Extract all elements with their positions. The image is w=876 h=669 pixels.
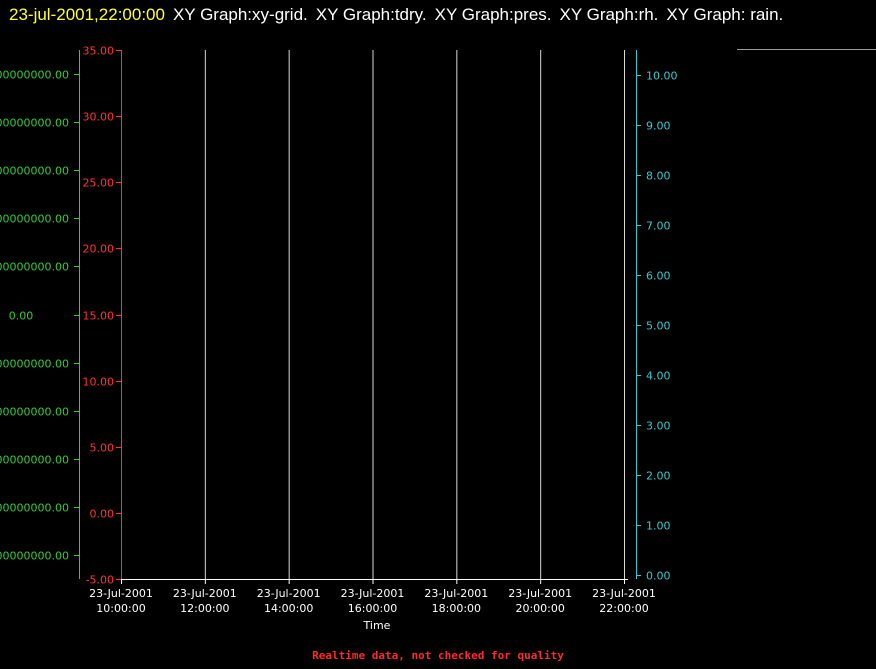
x-tick-label-time: 20:00:00 <box>515 602 564 615</box>
green-y-tick-label: 00000000.00 <box>0 454 69 467</box>
cyan-y-tick-label: 0.00 <box>646 570 671 583</box>
x-tick-label-date: 23-Jul-2001 <box>508 587 572 600</box>
x-tick-label-time: 22:00:00 <box>599 602 648 615</box>
green-y-tick-label: 00000000.00 <box>0 406 69 419</box>
x-tick-label-date: 23-Jul-2001 <box>592 587 656 600</box>
x-tick-label-date: 23-Jul-2001 <box>424 587 488 600</box>
red-y-tick-label: 15.00 <box>83 310 115 323</box>
cyan-y-tick-label: 9.00 <box>646 120 671 133</box>
red-y-tick-label: 20.00 <box>83 243 115 256</box>
green-y-tick-label: 0.00 <box>9 310 34 323</box>
cyan-y-tick-label: 2.00 <box>646 470 671 483</box>
x-axis-title: Time <box>363 619 391 632</box>
red-y-tick-label: 0.00 <box>90 508 115 521</box>
red-y-tick-label: 30.00 <box>83 111 115 124</box>
cyan-y-tick-label: 1.00 <box>646 520 671 533</box>
cyan-y-tick-label: 7.00 <box>646 220 671 233</box>
red-y-tick-label: 35.00 <box>83 45 115 58</box>
green-y-tick-label: 00000000.00 <box>0 358 69 371</box>
green-y-tick-label: 00000000.00 <box>0 550 69 563</box>
green-y-tick-label: 00000000.00 <box>0 502 69 515</box>
x-tick-label-time: 16:00:00 <box>348 602 397 615</box>
red-y-tick-label: 5.00 <box>90 442 115 455</box>
xy-graph: 23-Jul-2001 10:00:00 23-Jul-2001 12:00:00 23… <box>0 45 678 633</box>
green-y-tick-label: 00000000.00 <box>0 117 69 130</box>
cyan-y-tick-label: 5.00 <box>646 320 671 333</box>
x-tick-label-date: 23-Jul-2001 <box>89 587 153 600</box>
red-y-tick-label: 25.00 <box>83 177 115 190</box>
green-y-tick-label: 00000000.00 <box>0 261 69 274</box>
x-tick-label-time: 12:00:00 <box>180 602 229 615</box>
cyan-y-tick-label: 6.00 <box>646 270 671 283</box>
x-tick-label-time: 14:00:00 <box>264 602 313 615</box>
green-y-tick-label: 00000000.00 <box>0 69 69 82</box>
red-y-tick-label: 10.00 <box>83 376 115 389</box>
x-tick-label-date: 23-Jul-2001 <box>173 587 237 600</box>
cyan-y-tick-label: 10.00 <box>646 70 678 83</box>
green-y-tick-label: 00000000.00 <box>0 165 69 178</box>
green-y-tick-label: 00000000.00 <box>0 213 69 226</box>
quality-note: Realtime data, not checked for quality <box>312 649 564 662</box>
x-tick-label-date: 23-Jul-2001 <box>341 587 405 600</box>
red-y-tick-label: -5.00 <box>86 574 114 587</box>
cyan-y-tick-label: 4.00 <box>646 370 671 383</box>
cyan-y-tick-label: 8.00 <box>646 170 671 183</box>
x-tick-label-time: 10:00:00 <box>96 602 145 615</box>
x-tick-label-time: 18:00:00 <box>432 602 481 615</box>
x-tick-label-date: 23-Jul-2001 <box>257 587 321 600</box>
cyan-y-tick-label: 3.00 <box>646 420 671 433</box>
